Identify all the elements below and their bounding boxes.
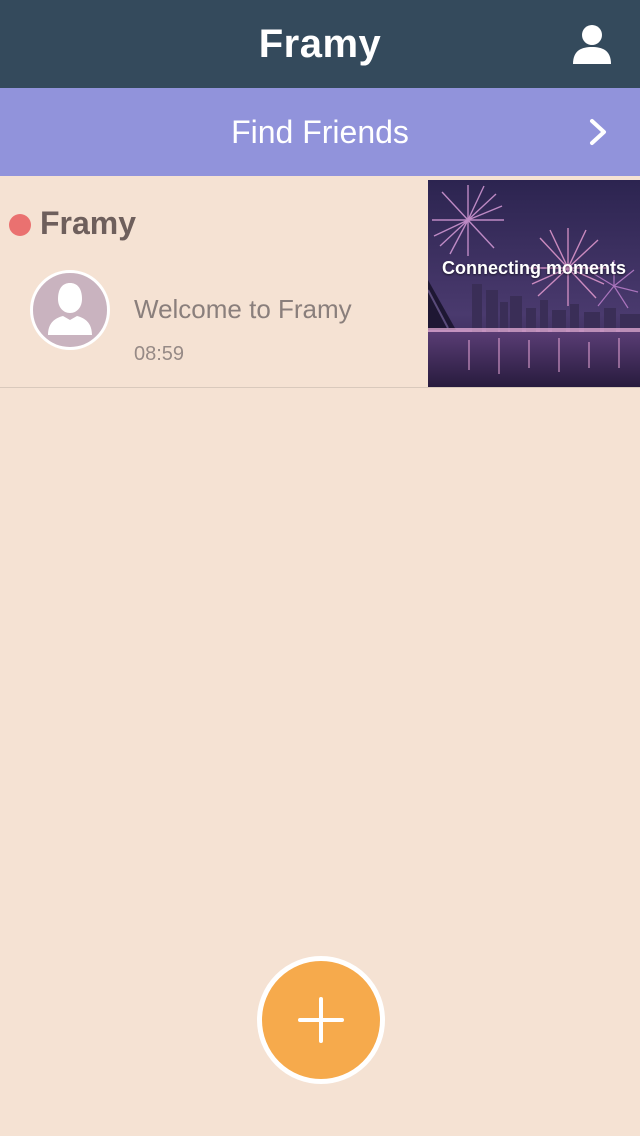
chevron-right-icon [590, 119, 606, 145]
avatar[interactable] [30, 270, 110, 350]
thumbnail-image[interactable]: Connecting moments [428, 180, 640, 387]
default-avatar-icon [48, 283, 92, 335]
group-name: Framy [40, 205, 137, 241]
app-title: Framy [258, 21, 382, 66]
navbar: Framy [0, 0, 640, 88]
find-friends-button[interactable]: Find Friends [0, 88, 640, 176]
find-friends-label: Find Friends [231, 113, 409, 150]
thumbnail-caption: Connecting moments [441, 258, 626, 278]
user-icon [573, 25, 611, 64]
unread-dot [9, 214, 31, 236]
add-button[interactable] [257, 956, 385, 1084]
message-time: 08:59 [134, 343, 185, 365]
message-preview: Welcome to Framy [134, 294, 352, 324]
plus-icon [298, 997, 344, 1043]
profile-button[interactable] [570, 22, 614, 66]
